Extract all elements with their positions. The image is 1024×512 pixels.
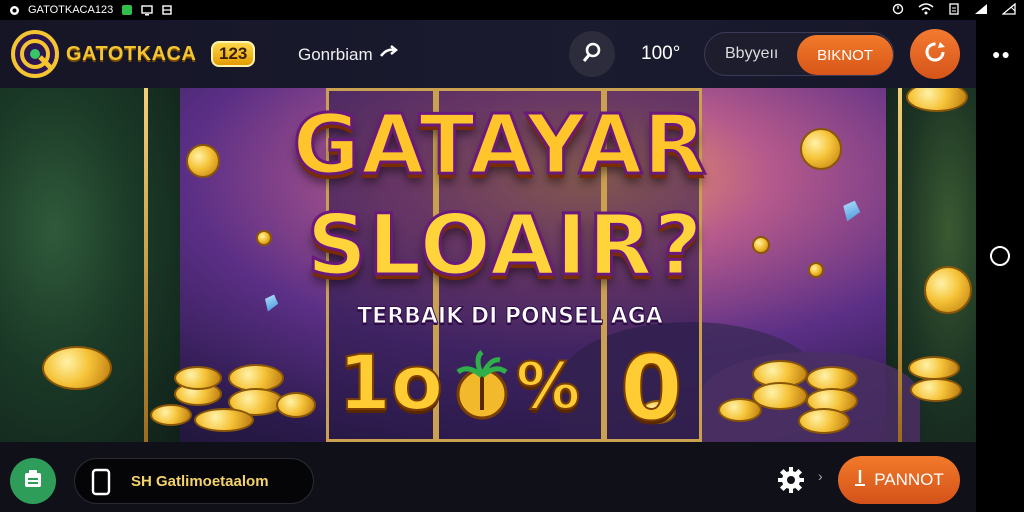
balance-display: 100° [641, 43, 681, 64]
coin-decoration [186, 144, 220, 178]
bottom-action-bar: SH Gatlimoetaalom › PANNOT [0, 442, 976, 512]
gear-icon [777, 466, 805, 499]
status-app-label: GATOTKACA123 [28, 4, 114, 16]
wallet-icon [22, 468, 44, 495]
refresh-icon [923, 40, 947, 69]
gem-decoration [261, 292, 280, 314]
coin-decoration [924, 266, 972, 314]
gem-decoration [839, 198, 863, 225]
reel-frame [144, 88, 148, 442]
battery-saver-icon [948, 2, 960, 18]
coin-decoration [800, 128, 842, 170]
phone-icon [89, 468, 113, 501]
download-app-button[interactable]: SH Gatlimoetaalom [74, 458, 314, 504]
reel-symbol: 1o [337, 337, 444, 428]
menu-button[interactable] [910, 29, 960, 79]
system-nav-rail: ●● [976, 20, 1024, 512]
promo-headline-line2: SLOAIR? [305, 195, 704, 296]
brand-number-badge: 123 [211, 41, 256, 67]
cta-button[interactable]: PANNOT [838, 456, 960, 504]
app-header: GATOTKACA 123 Gonrbiam 100° Bbyyeıı BIKN… [0, 20, 976, 88]
home-button-icon[interactable] [990, 246, 1010, 266]
system-status-bar: GATOTKACA123 [0, 0, 1024, 20]
arrow-hint: › [818, 468, 823, 484]
brand-logo-icon[interactable] [10, 29, 60, 79]
coin-decoration [752, 236, 770, 254]
download-label: SH Gatlimoetaalom [131, 473, 269, 490]
promo-banner[interactable]: GATAYAR SLOAIR? TERBAIK DI PONSEL AGA 1o… [0, 88, 976, 442]
coin-stack-left [150, 358, 320, 438]
header-link-label: Gonrbiam [298, 44, 373, 64]
signal-icon [974, 3, 988, 18]
battery-icon [1001, 2, 1016, 18]
arrow-right-icon [379, 44, 399, 65]
circle-app-icon [8, 4, 20, 16]
screen-icon [141, 4, 153, 16]
auth-button-group: Bbyyeıı BIKNOT [704, 32, 894, 76]
cta-label: PANNOT [874, 470, 944, 489]
header-link[interactable]: Gonrbiam [298, 44, 399, 65]
chat-icon [121, 4, 133, 16]
recent-apps-icon[interactable]: ●● [992, 46, 1011, 62]
search-icon [581, 41, 603, 68]
reel-symbol: 0 [619, 335, 684, 442]
game-icon [161, 4, 173, 16]
promo-subtitle: TERBAIK DI PONSEL AGA [357, 304, 664, 330]
reel-frame [898, 88, 902, 442]
promo-headline-line1: GATAYAR [291, 97, 708, 195]
secondary-action-button[interactable]: Bbyyeıı [725, 45, 778, 63]
coin-decoration [808, 262, 824, 278]
settings-button[interactable] [776, 466, 806, 499]
coin-decoration [42, 346, 112, 390]
palm-coin-icon [454, 350, 510, 429]
search-button[interactable] [569, 31, 615, 77]
alarm-icon [892, 3, 904, 18]
primary-action-button[interactable]: BIKNOT [797, 35, 893, 75]
wallet-button[interactable] [10, 458, 56, 504]
coin-stack-right [718, 354, 868, 438]
download-icon [854, 469, 866, 492]
brand-name: GATOTKACA [66, 43, 197, 65]
reel-symbol: % [515, 349, 581, 425]
coin-stack-far-right [908, 356, 968, 426]
wifi-icon [918, 2, 934, 18]
